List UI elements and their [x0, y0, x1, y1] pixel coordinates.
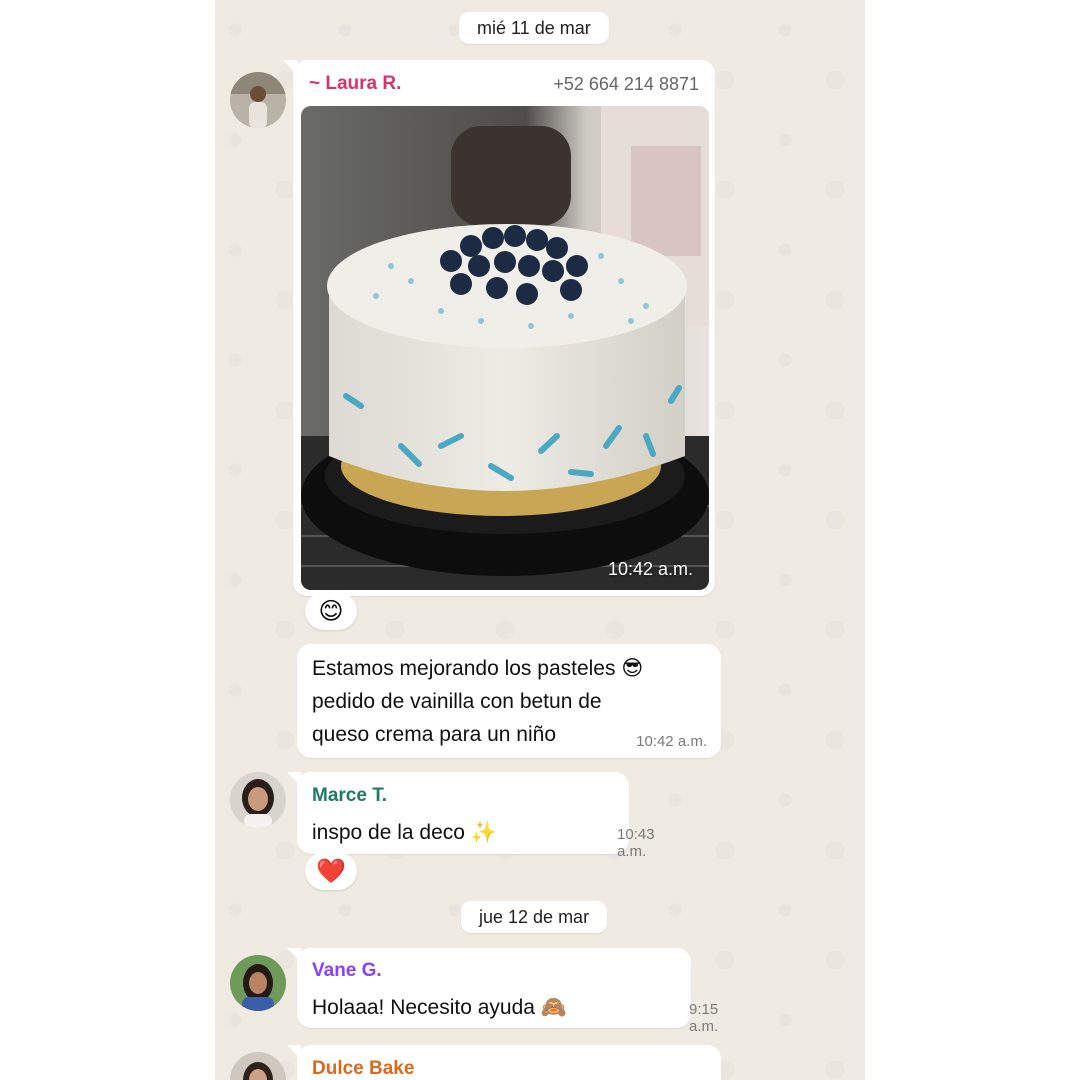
- text-message-bubble[interactable]: Vane G. Holaaa! Necesito ayuda 🙈 9:15 a.…: [297, 948, 718, 1035]
- message-text: Holaaa! Necesito ayuda 🙈: [312, 991, 567, 1024]
- message-line: queso crema para un niño: [312, 723, 556, 746]
- avatar[interactable]: [230, 72, 286, 128]
- message-time: 9:15 a.m.: [689, 1001, 719, 1035]
- reaction-badge[interactable]: 😊: [305, 592, 357, 630]
- sender-name[interactable]: Vane G.: [312, 960, 382, 982]
- reaction-badge[interactable]: ❤️: [305, 852, 357, 890]
- text-message-bubble[interactable]: Estamos mejorando los pasteles 😎 pedido …: [297, 644, 721, 758]
- date-separator: jue 12 de mar: [461, 901, 608, 933]
- sender-name[interactable]: Marce T.: [312, 785, 387, 807]
- cake-photo[interactable]: 10:42 a.m.: [301, 106, 709, 590]
- message-time: 10:42 a.m.: [607, 559, 693, 579]
- bubble-tail: [287, 772, 301, 786]
- date-separator: mié 11 de mar: [459, 12, 609, 44]
- sender-name[interactable]: ~ Laura R.: [309, 73, 401, 95]
- message-time: 10:42 a.m.: [636, 733, 707, 750]
- sunglasses-emoji-icon: 😎: [621, 656, 644, 680]
- message-text: Estamos mejorando los pasteles 😎 pedido …: [312, 652, 643, 751]
- text-message-bubble[interactable]: Marce T. inspo de la deco ✨ 10:43 a.m.: [297, 772, 655, 860]
- bubble-tail: [287, 1045, 301, 1059]
- see-no-evil-monkey-emoji-icon: 🙈: [540, 995, 567, 1019]
- message-text: inspo de la deco ✨: [312, 816, 497, 849]
- sender-name[interactable]: Dulce Bake: [312, 1058, 414, 1080]
- bubble-tail: [287, 948, 301, 962]
- sparkles-emoji-icon: ✨: [470, 820, 497, 844]
- avatar[interactable]: [230, 1052, 286, 1080]
- avatar[interactable]: [230, 955, 286, 1011]
- sender-phone: +52 664 214 8871: [553, 74, 699, 94]
- chat-window: mié 11 de mar ~ Laura R. +52 664 214 887…: [215, 0, 865, 1080]
- message-time: 10:43 a.m.: [617, 826, 655, 860]
- message-line: Holaaa! Necesito ayuda: [312, 996, 535, 1019]
- bubble-tail: [283, 60, 297, 74]
- message-line: Estamos mejorando los pasteles: [312, 657, 616, 680]
- cake-image: [301, 106, 709, 590]
- text-message-bubble[interactable]: Dulce Bake: [297, 1045, 721, 1080]
- message-line: pedido de vainilla con betun de: [312, 690, 602, 713]
- message-line: inspo de la deco: [312, 821, 465, 844]
- avatar[interactable]: [230, 772, 286, 828]
